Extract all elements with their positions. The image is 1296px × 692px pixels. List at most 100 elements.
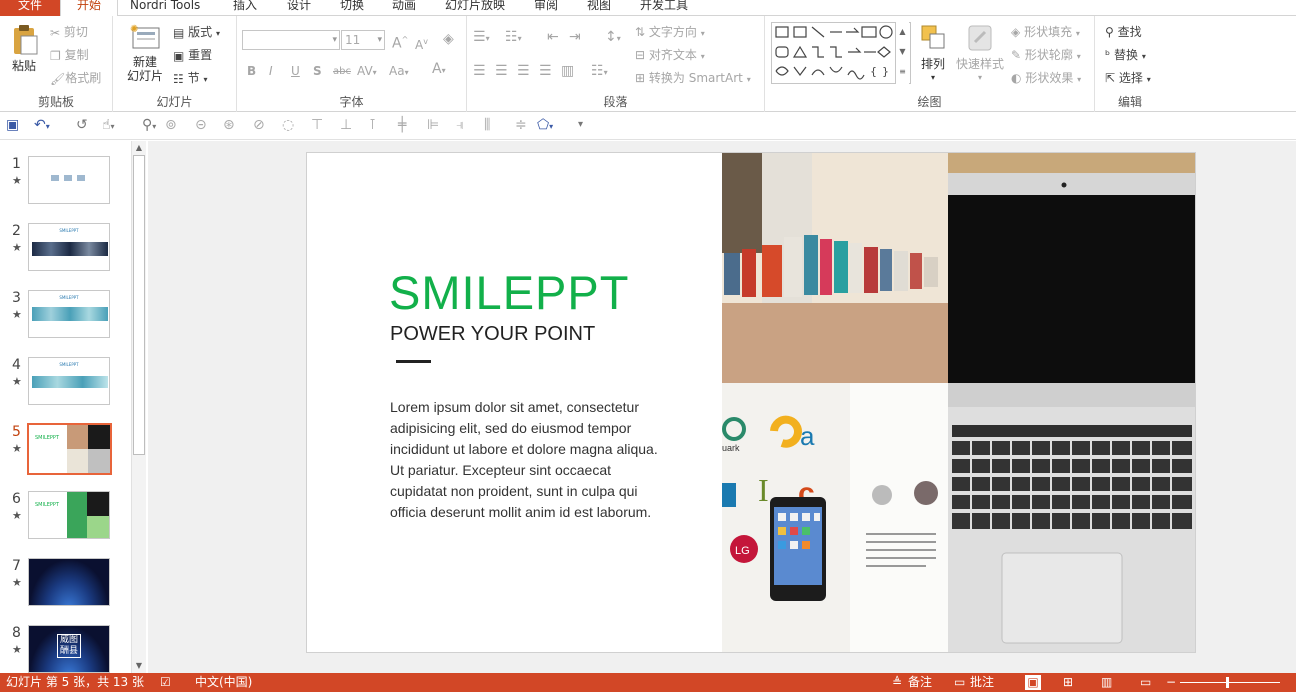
scroll-down-icon[interactable]: ▼ [132,659,146,673]
distribute-h-icon[interactable]: ⫼ [484,118,490,132]
font-name-combo[interactable]: ▾ [242,30,340,50]
shape-outline-button[interactable]: ✎ 形状轮廓 ▾ [1011,48,1081,64]
tab-review[interactable]: 审阅 [534,0,558,16]
keyboard-photo[interactable] [948,383,1195,652]
redo-icon[interactable]: ↺ [76,118,88,132]
comments-button[interactable]: 批注 [970,673,994,692]
change-case-button[interactable]: Aa▾ [389,64,409,80]
find-button[interactable]: ⚲ 查找 [1105,25,1142,39]
align-right-button[interactable]: ☰ [517,64,530,78]
align-right-obj-icon[interactable]: ⫣ [456,118,464,132]
spellcheck-icon[interactable]: ☑ [160,673,171,692]
strikethrough-button[interactable]: abc [333,65,351,79]
slide-subtitle[interactable]: POWER YOUR POINT [390,323,595,345]
section-button[interactable]: ☷ 节 ▾ [173,71,207,87]
notes-button[interactable]: 备注 [908,673,932,692]
tab-design[interactable]: 设计 [287,0,311,16]
distribute-v-icon[interactable]: ≑ [515,118,527,132]
thumbnail-item-selected[interactable]: 5 ★ SMILEPPT [0,423,130,484]
pointer-icon[interactable]: ⚲▾ [142,118,156,134]
normal-view-icon[interactable]: ▣ [1025,675,1041,690]
tab-insert[interactable]: 插入 [233,0,257,16]
char-spacing-button[interactable]: AV▾ [357,64,377,80]
tab-file[interactable]: 文件 [0,0,60,16]
tab-view[interactable]: 视图 [587,0,611,16]
align-middle-icon[interactable]: ⊺ [369,118,376,132]
slide-sorter-icon[interactable]: ⊞ [1063,673,1073,692]
tab-nordri-tools[interactable]: Nordri Tools [130,0,200,16]
align-top-icon[interactable]: ⊤ [311,118,323,132]
align-left-obj-icon[interactable]: ⊫ [427,118,439,132]
select-button[interactable]: ⇱ 选择 ▾ [1105,71,1151,87]
laptop-screen-photo[interactable] [948,153,1195,383]
shape-fill-button[interactable]: ◈ 形状填充 ▾ [1011,25,1080,41]
merge-subtract-icon[interactable]: ◌ [282,118,294,132]
text-direction-button[interactable]: ⇅ 文字方向 ▾ [635,25,705,41]
magazine-phone-photo[interactable]: a uark I c LG [722,383,948,652]
decrease-indent-button[interactable]: ⇤ [547,30,559,44]
convert-smartart-button[interactable]: ⊞ 转换为 SmartArt ▾ [635,71,751,87]
shadow-button[interactable]: S [313,64,322,78]
reading-view-icon[interactable]: ▥ [1101,673,1112,692]
thumbnail-item[interactable]: 1 ★ [0,156,130,216]
slide-title[interactable]: SMILEPPT [389,269,629,317]
align-center-h-icon[interactable]: ╪ [398,118,406,132]
books-photo[interactable] [722,153,948,383]
slideshow-icon[interactable]: ▭ [1140,673,1151,692]
font-color-button[interactable]: A▾ [432,62,446,78]
merge-combine-icon[interactable]: ⊝ [195,118,207,132]
shrink-font-button[interactable]: Av [415,35,428,52]
line-spacing-button[interactable]: ↕▾ [605,30,621,46]
language-status[interactable]: 中文(中国) [195,673,252,692]
layout-button[interactable]: ▤ 版式 ▾ [173,25,220,41]
align-text-button[interactable]: ⊟ 对齐文本 ▾ [635,48,705,64]
scroll-up-icon[interactable]: ▲ [132,141,146,155]
zoom-out-icon[interactable]: − [1166,673,1176,692]
thumbnail-item[interactable]: 4 ★ SMILEPPT [0,357,130,417]
slide-body-text[interactable]: Lorem ipsum dolor sit amet, consectetur … [390,397,660,523]
merge-intersect-icon[interactable]: ⊘ [253,118,265,132]
grow-font-button[interactable]: A^ [392,33,408,51]
touch-mode-icon[interactable]: ☝▾ [102,118,115,134]
bullets-button[interactable]: ☰▾ [473,30,490,46]
thumbnail-item[interactable]: 2 ★ SMILEPPT [0,223,130,283]
notes-icon[interactable]: ≜ [892,673,902,692]
tab-developer[interactable]: 开发工具 [640,0,688,16]
numbering-button[interactable]: ☷▾ [505,30,522,46]
customize-qat-icon[interactable]: ▾ [578,118,583,132]
arrange-button[interactable]: 排列 ▾ [915,22,951,85]
merge-union-icon[interactable]: ⊚ [165,118,177,132]
tab-slideshow[interactable]: 幻灯片放映 [445,0,505,16]
cut-button[interactable]: ✂ 剪切 [50,25,88,40]
thumbnail-item[interactable]: 6 ★ SMILEPPT [0,491,130,551]
align-center-button[interactable]: ☰ [495,64,508,78]
thumbnail-scrollbar[interactable]: ▲ ▼ [131,141,146,673]
thumbnail-item[interactable]: 3 ★ SMILEPPT [0,290,130,350]
align-bottom-icon[interactable]: ⊥ [340,118,352,132]
bold-button[interactable]: B [247,64,256,78]
italic-button[interactable]: I [269,64,273,78]
format-painter-button[interactable]: 🖌格式刷 [50,71,101,86]
align-left-button[interactable]: ☰ [473,64,486,78]
current-slide[interactable]: SMILEPPT POWER YOUR POINT Lorem ipsum do… [306,152,1196,653]
scrollbar-thumb[interactable] [133,155,145,455]
tab-home[interactable]: 开始 [60,0,118,17]
shapes-gallery[interactable]: {} [771,22,911,84]
paste-button[interactable]: 粘贴 [6,24,42,73]
undo-icon[interactable]: ↶▾ [34,118,50,134]
quick-styles-button[interactable]: 快速样式 ▾ [953,22,1007,85]
tab-transitions[interactable]: 切换 [340,0,364,16]
columns-button[interactable]: ☷▾ [591,64,608,80]
new-slide-button[interactable]: ✺ 新建 幻灯片 [121,22,169,83]
clear-format-button[interactable]: ◈ [443,32,454,46]
zoom-slider[interactable] [1180,682,1280,683]
shape-picker-icon[interactable]: ⬠▾ [537,118,553,134]
underline-button[interactable]: U [291,64,300,78]
increase-indent-button[interactable]: ⇥ [569,30,581,44]
font-size-combo[interactable]: 11 ▾ [341,30,385,50]
justify-button[interactable]: ☰ [539,64,552,78]
shape-effects-button[interactable]: ◐ 形状效果 ▾ [1011,71,1081,87]
distributed-button[interactable]: ▥ [561,64,574,78]
shapes-scroll[interactable]: ▲ ▼ ≡ [895,22,909,84]
zoom-slider-thumb[interactable] [1226,677,1229,688]
